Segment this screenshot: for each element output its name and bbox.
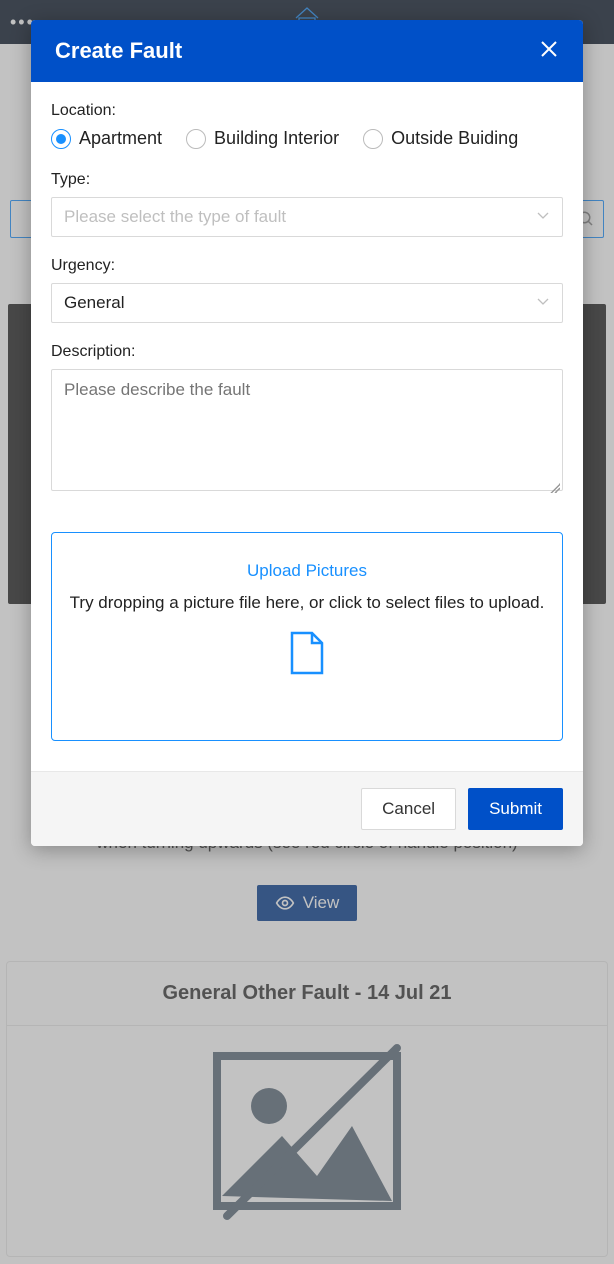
modal-title: Create Fault <box>55 38 182 64</box>
radio-label: Outside Buiding <box>391 128 518 149</box>
cancel-button-label: Cancel <box>382 799 435 819</box>
upload-title: Upload Pictures <box>62 561 552 581</box>
type-label: Type: <box>51 171 563 189</box>
chevron-down-icon <box>536 293 550 313</box>
urgency-label: Urgency: <box>51 257 563 275</box>
radio-label: Building Interior <box>214 128 339 149</box>
file-icon <box>288 662 326 679</box>
radio-icon <box>186 129 206 149</box>
description-label: Description: <box>51 343 563 361</box>
close-button[interactable] <box>539 39 559 64</box>
urgency-select-value: General <box>64 293 124 313</box>
description-textarea-wrap <box>51 369 563 496</box>
location-radio-group: Apartment Building Interior Outside Buid… <box>51 128 563 149</box>
type-select[interactable]: Please select the type of fault <box>51 197 563 237</box>
modal-body: Location: Apartment Building Interior Ou… <box>31 82 583 771</box>
location-radio-building-interior[interactable]: Building Interior <box>186 128 339 149</box>
upload-instructions: Try dropping a picture file here, or cli… <box>62 593 552 613</box>
create-fault-modal: Create Fault Location: Apartment Buildin… <box>31 20 583 846</box>
radio-icon <box>363 129 383 149</box>
urgency-select[interactable]: General <box>51 283 563 323</box>
upload-dropzone[interactable]: Upload Pictures Try dropping a picture f… <box>51 532 563 741</box>
submit-button[interactable]: Submit <box>468 788 563 830</box>
description-textarea[interactable] <box>51 369 563 491</box>
submit-button-label: Submit <box>489 799 542 819</box>
modal-overlay: Create Fault Location: Apartment Buildin… <box>0 0 614 1264</box>
chevron-down-icon <box>536 207 550 227</box>
modal-footer: Cancel Submit <box>31 771 583 846</box>
cancel-button[interactable]: Cancel <box>361 788 456 830</box>
modal-header: Create Fault <box>31 20 583 82</box>
type-select-placeholder: Please select the type of fault <box>64 207 286 227</box>
radio-icon <box>51 129 71 149</box>
radio-label: Apartment <box>79 128 162 149</box>
location-radio-outside-building[interactable]: Outside Buiding <box>363 128 518 149</box>
location-radio-apartment[interactable]: Apartment <box>51 128 162 149</box>
close-icon <box>539 39 559 59</box>
location-label: Location: <box>51 102 563 120</box>
